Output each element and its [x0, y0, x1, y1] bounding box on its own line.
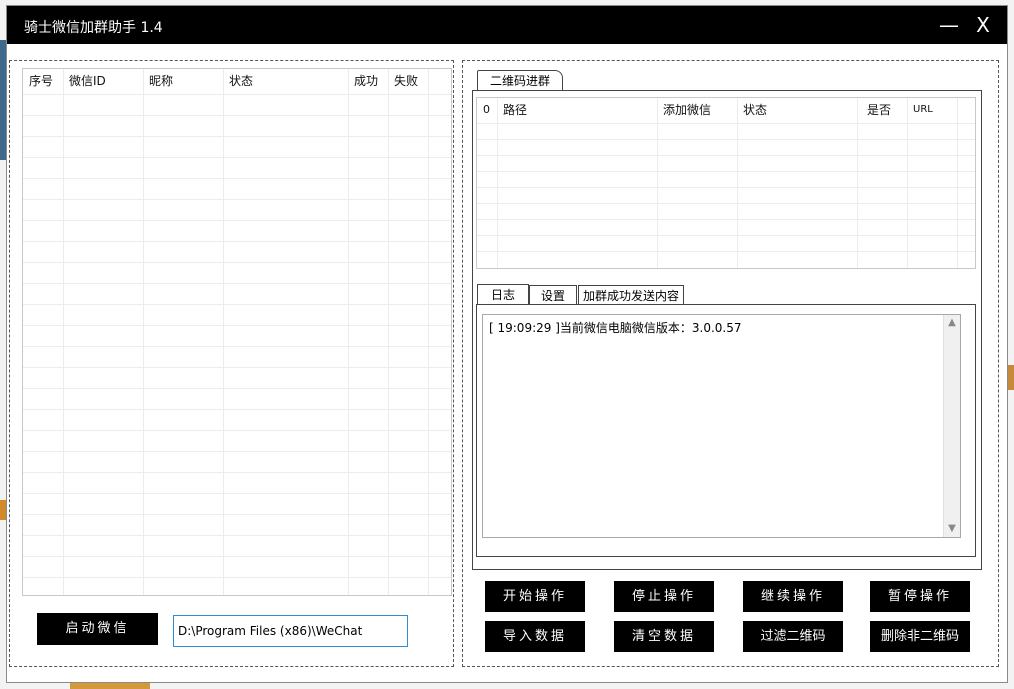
grid-row-line [477, 155, 975, 156]
app-window: 骑士微信加群助手 1.4 — X 序号 微信ID 昵称 状态 成功 失败 二维码… [6, 5, 1008, 683]
grid-row-line [477, 123, 975, 124]
import-data-button[interactable]: 导入数据 [485, 621, 585, 652]
start-operation-button[interactable]: 开始操作 [485, 581, 585, 612]
grid-line [143, 69, 144, 595]
grid-row-line [23, 304, 451, 305]
grid-row-line [23, 220, 451, 221]
grid-row-line [23, 514, 451, 515]
start-wechat-button[interactable]: 启动微信 [37, 613, 158, 645]
scroll-down-icon[interactable]: ▼ [944, 521, 960, 537]
grid-row-line [23, 451, 451, 452]
tab-settings-label: 设置 [540, 289, 565, 303]
stop-operation-button[interactable]: 停止操作 [614, 581, 714, 612]
grid-row-line [23, 472, 451, 473]
grid-row-line [23, 388, 451, 389]
column-header-qr-index[interactable]: 0 [477, 98, 497, 123]
tab-log[interactable]: 日志 [477, 284, 529, 305]
grid-line [388, 69, 389, 595]
grid-row-line [477, 219, 975, 220]
scroll-up-icon[interactable]: ▲ [944, 315, 960, 331]
column-header-whether[interactable]: 是否 [857, 98, 907, 123]
grid-row-line [23, 94, 451, 95]
continue-operation-button[interactable]: 继续操作 [743, 581, 843, 612]
grid-row-line [23, 409, 451, 410]
grid-row-line [23, 241, 451, 242]
grid-line [428, 69, 429, 595]
tab-success-message[interactable]: 加群成功发送内容 [578, 285, 684, 305]
tab-log-label: 日志 [490, 288, 515, 302]
column-header-index[interactable]: 序号 [23, 69, 63, 94]
log-line: [ 19:09:29 ]当前微信电脑微信版本：3.0.0.57 [489, 321, 742, 335]
grid-line [348, 69, 349, 595]
grid-row-line [477, 251, 975, 252]
clear-data-button[interactable]: 清空数据 [614, 621, 714, 652]
column-header-url[interactable]: URL [907, 98, 957, 123]
column-header-add-wechat[interactable]: 添加微信 [657, 98, 737, 123]
grid-row-line [23, 115, 451, 116]
grid-row-line [477, 139, 975, 140]
account-table[interactable]: 序号 微信ID 昵称 状态 成功 失败 [22, 68, 452, 596]
grid-row-line [23, 283, 451, 284]
account-table-header: 序号 微信ID 昵称 状态 成功 失败 [23, 69, 451, 94]
column-header-nickname[interactable]: 昵称 [143, 69, 223, 94]
grid-row-line [23, 493, 451, 494]
grid-row-line [23, 430, 451, 431]
qr-table-header: 0 路径 添加微信 状态 是否 URL [477, 98, 975, 123]
pause-operation-button[interactable]: 暂停操作 [870, 581, 970, 612]
title-bar[interactable]: 骑士微信加群助手 1.4 — X [7, 6, 1007, 44]
grid-line [63, 69, 64, 595]
tab-success-message-label: 加群成功发送内容 [582, 289, 679, 303]
grid-row-line [23, 367, 451, 368]
grid-row-line [23, 556, 451, 557]
close-button[interactable]: X [965, 10, 1001, 40]
grid-row-line [23, 535, 451, 536]
column-header-status[interactable]: 状态 [223, 69, 348, 94]
grid-row-line [23, 262, 451, 263]
column-header-success[interactable]: 成功 [348, 69, 388, 94]
wechat-path-input[interactable] [173, 615, 408, 647]
column-header-path[interactable]: 路径 [497, 98, 657, 123]
grid-row-line [477, 187, 975, 188]
grid-row-line [477, 235, 975, 236]
filter-qr-button[interactable]: 过滤二维码 [743, 621, 843, 652]
window-title: 骑士微信加群助手 1.4 [24, 20, 163, 36]
log-output[interactable]: [ 19:09:29 ]当前微信电脑微信版本：3.0.0.57 ▲ ▼ [482, 314, 961, 538]
grid-row-line [23, 577, 451, 578]
tab-settings[interactable]: 设置 [529, 285, 577, 305]
tab-qr-join[interactable]: 二维码进群 [477, 70, 563, 91]
grid-row-line [23, 136, 451, 137]
tab-qr-join-label: 二维码进群 [489, 74, 550, 88]
desktop-fragment [70, 683, 150, 689]
grid-row-line [23, 157, 451, 158]
grid-row-line [477, 171, 975, 172]
grid-row-line [477, 203, 975, 204]
qr-table[interactable]: 0 路径 添加微信 状态 是否 URL [476, 97, 976, 269]
grid-line [223, 69, 224, 595]
desktop-fragment [1008, 365, 1014, 390]
column-header-wechat-id[interactable]: 微信ID [63, 69, 143, 94]
delete-non-qr-button[interactable]: 删除非二维码 [870, 621, 970, 652]
grid-row-line [23, 199, 451, 200]
log-scrollbar[interactable]: ▲ ▼ [943, 315, 960, 537]
grid-row-line [23, 178, 451, 179]
minimize-button[interactable]: — [931, 10, 967, 40]
grid-row-line [23, 325, 451, 326]
column-header-qr-status[interactable]: 状态 [737, 98, 857, 123]
grid-row-line [23, 346, 451, 347]
column-header-fail[interactable]: 失败 [388, 69, 428, 94]
